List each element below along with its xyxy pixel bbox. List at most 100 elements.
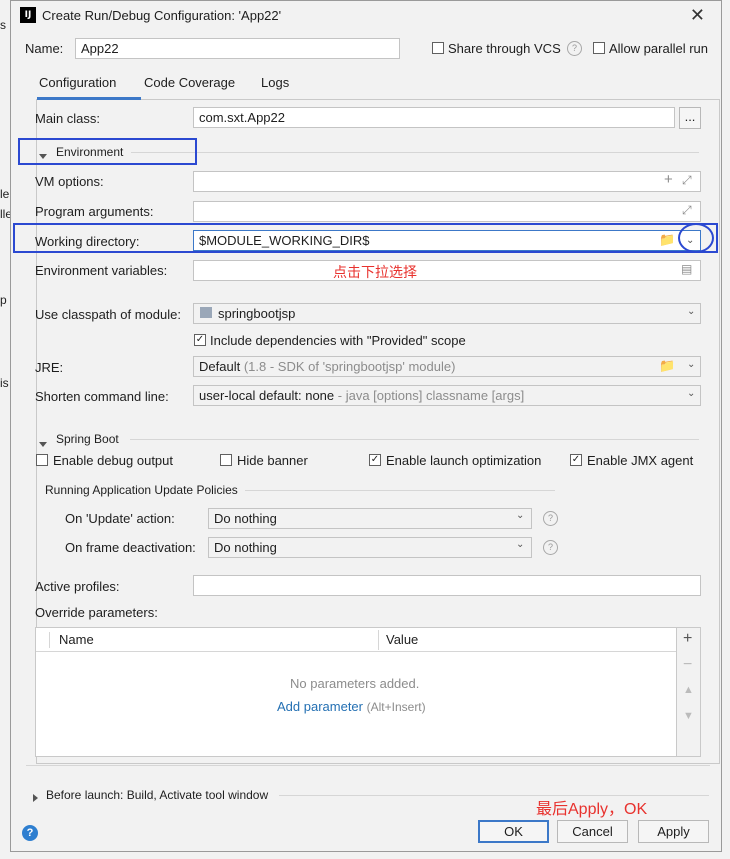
column-header-name[interactable]: Name — [59, 632, 94, 647]
browse-main-class-button[interactable]: ... — [679, 107, 701, 129]
table-toolbar: + − ▲ ▼ — [677, 627, 701, 757]
separator — [131, 152, 699, 153]
shorten-command-label: Shorten command line: — [35, 389, 169, 404]
chevron-down-icon[interactable]: ⌄ — [687, 359, 695, 370]
share-vcs-label: Share through VCS — [448, 41, 561, 56]
collapse-icon[interactable] — [39, 435, 47, 450]
annotation-circle — [678, 223, 714, 253]
help-icon[interactable]: ? — [567, 41, 582, 56]
help-icon[interactable]: ? — [543, 540, 558, 555]
help-icon[interactable]: ? — [22, 825, 38, 841]
close-icon[interactable]: ✕ — [690, 5, 705, 26]
tab-logs[interactable]: Logs — [261, 75, 289, 90]
jre-hint: (1.8 - SDK of 'springbootjsp' module) — [243, 359, 456, 374]
background-fragment: s — [0, 18, 6, 32]
allow-parallel-label: Allow parallel run — [609, 41, 708, 56]
background-fragment: is — [0, 376, 9, 390]
expand-icon[interactable]: ⤢ — [682, 173, 692, 188]
annotation-text: 最后Apply，OK — [536, 801, 648, 818]
table-header: Name Value — [36, 628, 676, 652]
separator — [245, 490, 555, 491]
chevron-down-icon[interactable]: ⌄ — [687, 306, 695, 317]
program-arguments-input[interactable] — [193, 201, 701, 222]
hide-banner-label: Hide banner — [237, 453, 308, 468]
on-frame-select[interactable]: Do nothing — [208, 537, 532, 558]
enable-debug-output-checkbox[interactable] — [36, 454, 48, 466]
vm-options-input[interactable] — [193, 171, 701, 192]
dialog-title: Create Run/Debug Configuration: 'App22' — [42, 8, 282, 23]
annotation-text: 点击下拉选择 — [333, 264, 417, 280]
add-parameter-row: Add parameter (Alt+Insert) — [277, 699, 426, 714]
move-up-icon[interactable]: ▲ — [683, 684, 694, 696]
classpath-select[interactable]: springbootjsp — [193, 303, 701, 324]
on-frame-label: On frame deactivation: — [65, 540, 196, 555]
cancel-button[interactable]: Cancel — [557, 820, 628, 843]
jre-value: Default — [199, 359, 241, 374]
tab-code-coverage[interactable]: Code Coverage — [144, 75, 235, 90]
plus-icon[interactable]: + — [664, 171, 673, 188]
separator — [130, 439, 699, 440]
active-profiles-label: Active profiles: — [35, 579, 120, 594]
shorten-command-hint: - java [options] classname [args] — [337, 388, 525, 403]
help-icon[interactable]: ? — [543, 511, 558, 526]
shorten-command-value: user-local default: none — [199, 388, 335, 403]
annotation-box — [13, 223, 718, 253]
hide-banner-checkbox[interactable] — [220, 454, 232, 466]
chevron-down-icon[interactable]: ⌄ — [516, 510, 524, 521]
before-launch-header[interactable]: Before launch: Build, Activate tool wind… — [46, 788, 268, 802]
shorten-command-select[interactable]: user-local default: none - java [options… — [193, 385, 701, 406]
module-icon — [200, 307, 212, 318]
column-divider — [378, 630, 379, 650]
expand-icon[interactable]: ⤢ — [682, 203, 692, 218]
jre-label: JRE: — [35, 360, 64, 375]
override-parameters-table[interactable]: Name Value No parameters added. Add para… — [35, 627, 677, 757]
empty-table-text: No parameters added. — [290, 676, 420, 691]
environment-variables-input[interactable] — [193, 260, 701, 281]
document-icon[interactable]: ▤ — [681, 262, 692, 276]
jre-select[interactable]: Default (1.8 - SDK of 'springbootjsp' mo… — [193, 356, 701, 377]
on-update-label: On 'Update' action: — [65, 511, 175, 526]
share-vcs-checkbox[interactable] — [432, 42, 444, 54]
chevron-down-icon[interactable]: ⌄ — [516, 539, 524, 550]
allow-parallel-checkbox[interactable] — [593, 42, 605, 54]
annotation-box — [18, 138, 197, 165]
separator — [26, 765, 710, 766]
intellij-icon: IJ — [20, 7, 36, 23]
environment-variables-label: Environment variables: — [35, 263, 168, 278]
add-parameter-hint: (Alt+Insert) — [366, 700, 426, 714]
name-input[interactable]: App22 — [75, 38, 400, 59]
remove-icon[interactable]: − — [683, 656, 692, 674]
jmx-agent-checkbox[interactable] — [570, 454, 582, 466]
title-bar[interactable]: IJ Create Run/Debug Configuration: 'App2… — [11, 1, 721, 31]
include-dependencies-label: Include dependencies with "Provided" sco… — [210, 333, 466, 348]
move-down-icon[interactable]: ▼ — [683, 710, 694, 722]
jmx-agent-label: Enable JMX agent — [587, 453, 694, 468]
include-dependencies-checkbox[interactable] — [194, 334, 206, 346]
on-update-select[interactable]: Do nothing — [208, 508, 532, 529]
main-class-label: Main class: — [35, 111, 101, 126]
background-fragment: p — [0, 293, 7, 307]
expand-icon[interactable] — [33, 790, 38, 805]
apply-button[interactable]: Apply — [638, 820, 709, 843]
vm-options-label: VM options: — [35, 174, 104, 189]
folder-icon[interactable]: 📁 — [659, 358, 675, 374]
background-fragment: le — [0, 187, 10, 201]
tab-configuration[interactable]: Configuration — [39, 75, 116, 90]
ok-button[interactable]: OK — [478, 820, 549, 843]
classpath-label: Use classpath of module: — [35, 307, 181, 322]
override-parameters-label: Override parameters: — [35, 605, 158, 620]
launch-optimization-label: Enable launch optimization — [386, 453, 542, 468]
main-class-input[interactable]: com.sxt.App22 — [193, 107, 675, 128]
name-label: Name: — [25, 41, 64, 56]
chevron-down-icon[interactable]: ⌄ — [687, 388, 695, 399]
spring-boot-header[interactable]: Spring Boot — [56, 432, 119, 446]
add-icon[interactable]: + — [683, 630, 692, 648]
launch-optimization-checkbox[interactable] — [369, 454, 381, 466]
enable-debug-output-label: Enable debug output — [53, 453, 173, 468]
run-config-dialog: IJ Create Run/Debug Configuration: 'App2… — [10, 0, 722, 852]
program-arguments-label: Program arguments: — [35, 204, 154, 219]
active-profiles-input[interactable] — [193, 575, 701, 596]
column-header-value[interactable]: Value — [386, 632, 418, 647]
update-policies-header: Running Application Update Policies — [45, 483, 238, 497]
add-parameter-link[interactable]: Add parameter — [277, 699, 363, 714]
